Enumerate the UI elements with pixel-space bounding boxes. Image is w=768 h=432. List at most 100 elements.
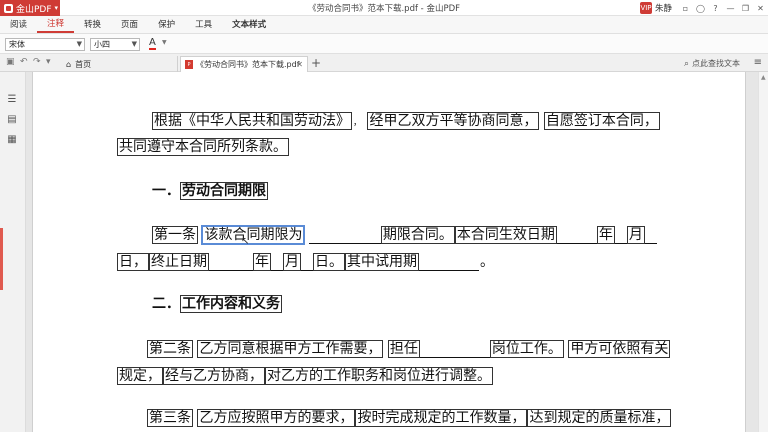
text-run[interactable]: 终止日期 (149, 253, 209, 271)
text-run[interactable]: 根据《中华人民共和国劳动法》 (152, 112, 352, 130)
search-icon: ⌕ (683, 58, 689, 69)
paragraph-line[interactable]: 第一条 该款合同期限为 期限合同。 本合同生效日期 年月 (152, 225, 657, 245)
undo-icon[interactable]: ↶ (20, 57, 28, 67)
blank-field (614, 230, 627, 244)
text-run[interactable]: 。 (479, 254, 495, 270)
text-run[interactable]: 经甲乙双方平等协商同意， (367, 112, 540, 130)
tab-protect[interactable]: 保护 (148, 15, 185, 33)
tab-tools[interactable]: 工具 (185, 15, 222, 33)
section-heading[interactable]: 二． 工作内容和义务 (152, 295, 282, 313)
heading-number: 二． (152, 296, 180, 312)
text-run[interactable]: 年 (596, 226, 615, 244)
text-run[interactable]: 第三条 (147, 409, 193, 427)
text-run[interactable]: 期限合同。 (380, 226, 455, 244)
tab-document[interactable]: P 《劳动合同书》范本下载.pdf ✕ (180, 56, 308, 72)
save-icon[interactable]: ▣ (6, 57, 15, 67)
text-run[interactable]: 岗位工作。 (489, 340, 564, 358)
vip-badge[interactable]: VIP (639, 2, 652, 14)
vertical-scrollbar[interactable]: ▲ (758, 72, 768, 432)
blank-field (556, 230, 597, 244)
heading-text[interactable]: 工作内容和义务 (180, 295, 282, 313)
tab-home[interactable]: ⌂ 首页 (62, 56, 178, 72)
user-name[interactable]: 朱静 (655, 2, 672, 14)
maximize-button[interactable]: ❐ (738, 0, 753, 16)
blank-field (644, 230, 657, 244)
tab-text-style[interactable]: 文本样式 (222, 15, 276, 33)
minimize-button[interactable]: — (723, 0, 738, 16)
home-icon: ⌂ (66, 59, 72, 69)
sidebar-collapse-handle[interactable] (0, 228, 3, 290)
find-text-button[interactable]: ⌕ 点此查找文本 (684, 58, 740, 69)
tab-convert[interactable]: 转换 (74, 15, 111, 33)
chevron-down-icon: ▼ (76, 40, 82, 48)
blank-field (271, 257, 283, 271)
text-run[interactable]: ， (352, 115, 363, 131)
font-family-select[interactable]: 宋体 ▼ (5, 38, 85, 51)
text-run[interactable]: 共同遵守本合同所列条款。 (117, 138, 289, 156)
font-size-select[interactable]: 小四 ▼ (90, 38, 140, 51)
paragraph-line[interactable]: 根据《中华人民共和国劳动法》， 经甲乙双方平等协商同意， 自愿签订本合同， (152, 112, 660, 131)
text-run[interactable]: 乙方应按照甲方的要求， (197, 409, 356, 427)
close-button[interactable]: ✕ (753, 0, 768, 16)
paragraph-line[interactable]: 规定， 经与乙方协商， 对乙方的工作职务和岗位进行调整。 (117, 367, 493, 385)
pdf-page[interactable]: 根据《中华人民共和国劳动法》， 经甲乙双方平等协商同意， 自愿签订本合同， 共同… (32, 72, 746, 432)
text-run[interactable]: 达到规定的质量标准， (527, 409, 672, 427)
text-run[interactable]: 日， (117, 253, 149, 271)
settings-icon[interactable]: ◯ (693, 0, 708, 16)
heading-text[interactable]: 劳动合同期限 (180, 182, 268, 200)
font-color-icon[interactable]: A (149, 37, 156, 50)
text-run[interactable]: 本合同生效日期 (454, 226, 557, 244)
text-run[interactable]: 年 (253, 253, 271, 271)
redo-icon[interactable]: ↷ (33, 57, 41, 67)
paragraph-line[interactable]: 第二条 乙方同意根据甲方工作需要， 担任 岗位工作。 甲方可依照有关 (147, 340, 671, 358)
format-toolbar: 宋体 ▼ 小四 ▼ A ▼ (0, 34, 768, 54)
mouse-cursor-icon: ↖ (241, 236, 250, 247)
paragraph-line[interactable]: 日， 终止日期 年月日。 其中试用期 。 (117, 253, 495, 271)
help-icon[interactable]: ? (708, 0, 723, 16)
close-icon[interactable]: ✕ (296, 60, 303, 69)
text-run[interactable]: 日。 (313, 253, 345, 271)
font-size-value: 小四 (94, 40, 110, 49)
tab-read[interactable]: 阅读 (0, 15, 37, 33)
thumbnails-icon[interactable]: ▤ (5, 114, 19, 126)
paragraph-line[interactable]: 第三条 乙方应按照甲方的要求， 按时完成规定的工作数量， 达到规定的质量标准， (147, 409, 672, 427)
tab-annotate[interactable]: 注释 (37, 15, 75, 33)
document-tab-bar: ▣ ↶ ↷ ▾ ⌂ 首页 P 《劳动合同书》范本下载.pdf ✕ + ⌕ 点此查… (0, 54, 768, 72)
tab-page[interactable]: 页面 (111, 15, 148, 33)
chevron-down-icon[interactable]: ▾ (46, 57, 51, 67)
title-bar: 金山PDF ▾ 《劳动合同书》范本下载.pdf - 金山PDF VIP 朱静 ▫… (0, 0, 768, 16)
text-run[interactable]: 规定， (117, 367, 163, 385)
blank-field (301, 257, 313, 271)
scroll-up-icon[interactable]: ▲ (761, 74, 767, 81)
paragraph-line[interactable]: 共同遵守本合同所列条款。 (117, 138, 289, 156)
title-right-controls: VIP 朱静 ▫ ◯ ? — ❐ ✕ (639, 0, 768, 16)
text-run[interactable]: 经与乙方协商， (163, 367, 265, 385)
text-run[interactable]: 第一条 (152, 226, 198, 244)
outline-icon[interactable]: ☰ (5, 94, 19, 106)
skin-icon[interactable]: ▫ (678, 0, 693, 16)
find-text-label: 点此查找文本 (692, 59, 740, 68)
section-heading[interactable]: 一． 劳动合同期限 (152, 182, 268, 200)
text-run[interactable]: 月 (283, 253, 301, 271)
selected-text-run[interactable]: 该款合同期限为 (201, 225, 306, 245)
pdf-file-icon: P (185, 60, 193, 69)
text-run[interactable]: 第二条 (147, 340, 193, 358)
text-run[interactable]: 甲方可依照有关 (568, 340, 671, 358)
text-run[interactable]: 担任 (387, 340, 420, 358)
left-sidebar: ☰ ▤ ▦ (0, 72, 26, 432)
text-run[interactable]: 自愿签订本合同， (543, 112, 660, 130)
font-family-value: 宋体 (9, 40, 25, 49)
text-run[interactable]: 其中试用期 (345, 253, 419, 271)
text-run[interactable]: 乙方同意根据甲方工作需要， (197, 340, 384, 358)
annotations-list-icon[interactable]: ▦ (5, 134, 19, 146)
document-viewport[interactable]: 根据《中华人民共和国劳动法》， 经甲乙双方平等协商同意， 自愿签订本合同， 共同… (26, 72, 758, 432)
heading-number: 一． (152, 183, 180, 199)
blank-field (419, 257, 479, 271)
chevron-down-icon[interactable]: ▼ (162, 39, 167, 46)
new-tab-button[interactable]: + (311, 56, 321, 70)
chevron-down-icon: ▼ (131, 40, 137, 48)
text-run[interactable]: 对乙方的工作职务和岗位进行调整。 (265, 367, 493, 385)
hamburger-menu-icon[interactable]: ≡ (754, 57, 762, 68)
text-run[interactable]: 按时完成规定的工作数量， (355, 409, 528, 427)
text-run[interactable]: 月 (626, 226, 645, 244)
